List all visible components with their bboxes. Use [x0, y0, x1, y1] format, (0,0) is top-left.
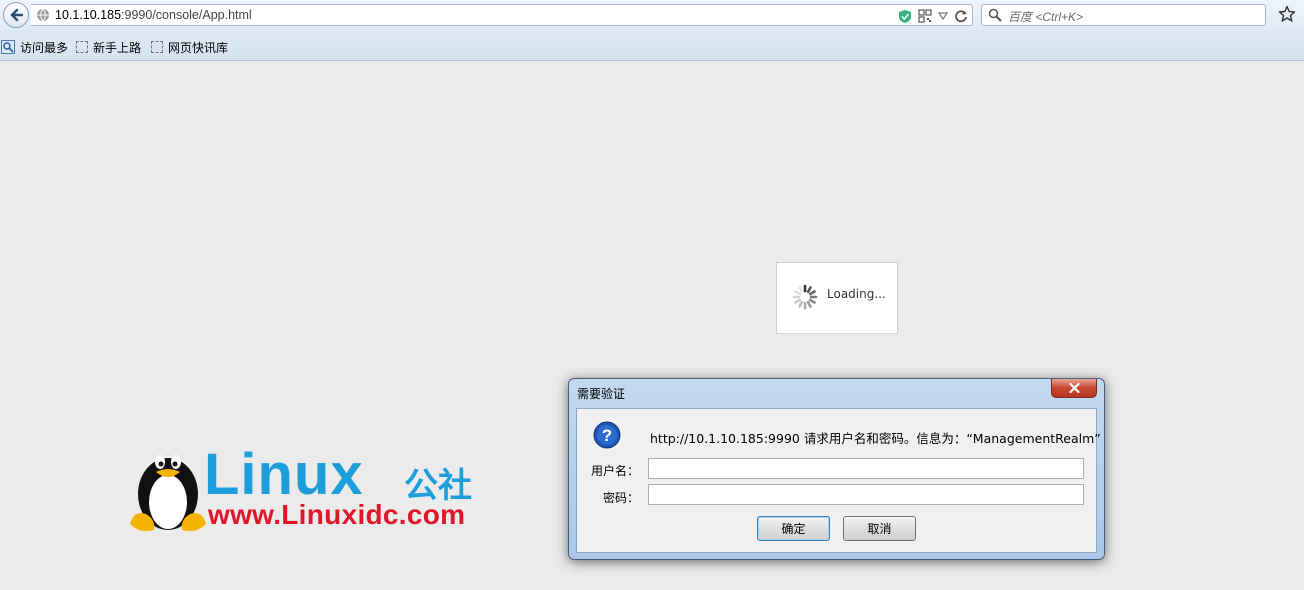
- qr-code-icon[interactable]: [918, 9, 932, 23]
- bookmark-label: 网页快讯库: [168, 40, 229, 55]
- close-button[interactable]: [1051, 379, 1097, 398]
- dropdown-triangle-icon[interactable]: [938, 11, 948, 21]
- loading-text: Loading...: [827, 287, 886, 301]
- username-label: 用户名：: [590, 464, 639, 478]
- username-input[interactable]: [648, 458, 1084, 479]
- globe-icon: [37, 8, 49, 22]
- url-path: :9990/console/App.html: [121, 8, 252, 22]
- url-host: 10.1.10.185: [55, 8, 122, 22]
- linuxidc-logo: Linux 公社 www.Linuxidc.com: [128, 440, 488, 535]
- dialog-title: 需要验证: [577, 387, 626, 401]
- password-label: 密码：: [602, 491, 639, 505]
- logo-linux-text: Linux: [204, 442, 364, 507]
- bookmark-label: 新手上路: [93, 40, 142, 55]
- loading-spinner-icon: [792, 284, 818, 310]
- shield-check-icon[interactable]: [898, 9, 912, 24]
- bookmark-label: 访问最多: [20, 40, 69, 55]
- url-bar[interactable]: 10.1.10.185:9990/console/App.html: [31, 4, 973, 26]
- search-bar[interactable]: 百度 <Ctrl+K>: [981, 4, 1266, 26]
- bookmark-most-visited[interactable]: 访问最多: [1, 39, 68, 55]
- browser-toolbar: 10.1.10.185:9990/console/App.html 百度 <Ct…: [0, 0, 1304, 30]
- dialog-body: ? http://10.1.10.185:9990 请求用户名和密码。信息为：“…: [576, 408, 1101, 553]
- bookmarks-bar: 访问最多 新手上路 网页快讯库: [0, 30, 1304, 61]
- star-icon[interactable]: [1278, 5, 1296, 23]
- close-icon: [1069, 383, 1080, 393]
- bookmark-folder-icon: [1, 40, 15, 54]
- dialog-message: http://10.1.10.185:9990 请求用户名和密码。信息为：“Ma…: [650, 431, 1101, 446]
- cancel-button[interactable]: 取消: [843, 516, 916, 541]
- search-icon[interactable]: [988, 8, 1002, 22]
- loading-panel: Loading...: [776, 262, 898, 334]
- bookmark-getting-started[interactable]: 新手上路: [76, 39, 141, 55]
- tux-penguin-icon: [130, 455, 206, 532]
- search-placeholder: 百度 <Ctrl+K>: [1008, 10, 1084, 24]
- page-placeholder-icon: [151, 41, 163, 53]
- svg-text:?: ?: [602, 426, 612, 445]
- password-input[interactable]: [648, 484, 1084, 505]
- bookmark-web-slices[interactable]: 网页快讯库: [151, 39, 228, 55]
- reload-icon[interactable]: [954, 9, 968, 23]
- logo-url-text: www.Linuxidc.com: [208, 499, 466, 530]
- ok-button[interactable]: 确定: [757, 516, 830, 541]
- back-arrow-icon: [10, 8, 23, 22]
- page-placeholder-icon: [76, 41, 88, 53]
- auth-dialog: 需要验证 ? http://10.1.10.185:9990 请求用户名和密码。…: [568, 378, 1105, 560]
- back-button[interactable]: [3, 2, 29, 28]
- url-text[interactable]: 10.1.10.185:9990/console/App.html: [55, 8, 252, 22]
- question-icon: ?: [593, 421, 621, 449]
